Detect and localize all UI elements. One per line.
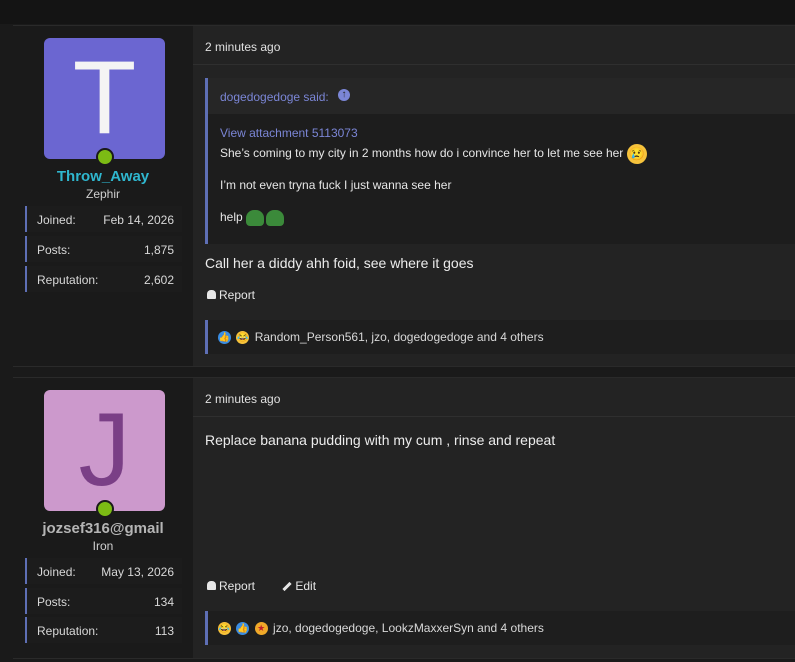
report-button[interactable]: Report	[207, 288, 267, 302]
bell-icon	[207, 581, 216, 590]
user-info-pane: J jozsef316@gmail Iron Joined: May 13, 2…	[13, 378, 193, 658]
stat-joined: Joined: May 13, 2026	[25, 558, 182, 584]
stat-posts: Posts: 134	[25, 588, 182, 614]
reactions-bar[interactable]: 👍 😂 Random_Person561, jzo, dogedogedoge …	[205, 320, 795, 354]
username[interactable]: Throw_Away	[13, 168, 193, 185]
stat-value: 1,875	[143, 243, 174, 257]
stat-label: Joined:	[37, 565, 76, 579]
quote-author[interactable]: dogedogedoge said:	[220, 90, 329, 104]
username[interactable]: jozsef316@gmail	[13, 520, 193, 537]
stat-joined: Joined: Feb 14, 2026	[25, 206, 182, 232]
pepe-icon	[266, 210, 285, 226]
edit-label: Edit	[295, 579, 317, 593]
edit-button[interactable]: Edit	[282, 579, 328, 593]
bell-icon	[207, 290, 216, 299]
stat-value: May 13, 2026	[101, 565, 174, 579]
quote-line: She’s coming to my city in 2 months how …	[220, 146, 624, 161]
quote-body: View attachment 5113073 She’s coming to …	[220, 126, 787, 226]
divider	[193, 416, 795, 417]
laugh-icon: 😂	[218, 622, 231, 636]
stat-reputation: Reputation: 113	[25, 617, 182, 643]
laugh-icon: 😂	[236, 331, 250, 345]
post: T Throw_Away Zephir Joined: Feb 14, 2026…	[13, 25, 795, 367]
avatar-letter: J	[78, 392, 131, 508]
user-info-pane: T Throw_Away Zephir Joined: Feb 14, 2026…	[13, 26, 193, 366]
stat-reputation: Reputation: 2,602	[25, 266, 182, 292]
divider	[193, 64, 795, 65]
stat-label: Posts:	[37, 595, 71, 609]
top-bar	[0, 0, 795, 24]
quote-header[interactable]: dogedogedoge said: ↑	[208, 78, 795, 114]
quote-line: help	[220, 210, 243, 225]
online-status-icon	[96, 500, 114, 518]
post: J jozsef316@gmail Iron Joined: May 13, 2…	[13, 377, 795, 659]
like-icon: 👍	[236, 622, 250, 636]
online-status-icon	[96, 148, 114, 166]
stat-value: 134	[153, 595, 174, 609]
post-message: Replace banana pudding with my cum , rin…	[205, 432, 556, 448]
report-label: Report	[219, 579, 256, 593]
crying-face-icon: 😢	[626, 144, 647, 164]
reactions-list[interactable]: Random_Person561, jzo, dogedogedoge and …	[255, 330, 544, 344]
pencil-icon	[282, 582, 292, 592]
report-label: Report	[219, 288, 256, 302]
like-icon: 👍	[218, 331, 231, 345]
stat-value: 113	[154, 624, 174, 638]
user-title: Zephir	[85, 187, 120, 201]
attachment-link[interactable]: View attachment 5113073	[220, 126, 787, 140]
post-message: Call her a diddy ahh foid, see where it …	[205, 255, 474, 271]
stat-label: Reputation:	[37, 624, 99, 638]
post-main: 2 minutes ago Replace banana pudding wit…	[193, 378, 795, 658]
post-main: 2 minutes ago dogedogedoge said: ↑ View …	[193, 26, 795, 366]
stat-value: 2,602	[143, 273, 174, 287]
avatar[interactable]: J	[44, 390, 165, 511]
post-actions: Report Edit	[207, 579, 340, 593]
avatar[interactable]: T	[44, 38, 165, 159]
stat-label: Posts:	[37, 243, 71, 257]
user-title: Iron	[92, 539, 114, 553]
stat-value: Feb 14, 2026	[103, 213, 174, 227]
stat-posts: Posts: 1,875	[25, 236, 182, 262]
post-timestamp[interactable]: 2 minutes ago	[205, 392, 280, 406]
avatar-letter: T	[72, 40, 137, 156]
post-timestamp[interactable]: 2 minutes ago	[205, 40, 280, 54]
pepe-icon	[246, 210, 265, 226]
quote-line: I’m not even tryna fuck I just wanna see…	[220, 178, 452, 192]
stat-label: Joined:	[37, 213, 76, 227]
arrow-up-circle-icon[interactable]: ↑	[338, 89, 350, 101]
post-actions: Report	[207, 288, 279, 302]
quote-block: dogedogedoge said: ↑ View attachment 511…	[205, 78, 795, 244]
star-struck-icon: ★	[254, 622, 268, 636]
stat-label: Reputation:	[37, 273, 99, 287]
reactions-list[interactable]: jzo, dogedogedoge, LookzMaxxerSyn and 4 …	[273, 621, 544, 635]
reactions-bar[interactable]: 😂 👍 ★ jzo, dogedogedoge, LookzMaxxerSyn …	[205, 611, 795, 645]
report-button[interactable]: Report	[207, 579, 267, 593]
